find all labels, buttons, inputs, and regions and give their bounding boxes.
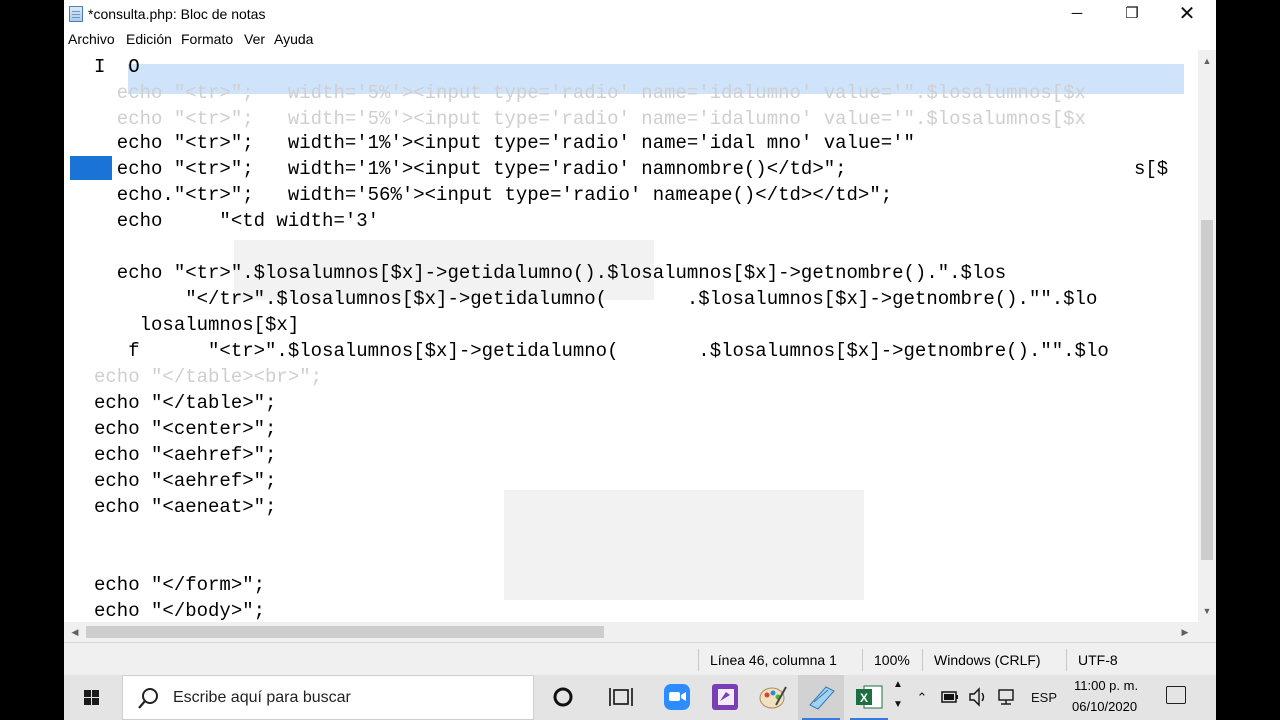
menu-ayuda[interactable]: Ayuda bbox=[274, 31, 313, 47]
vertical-scrollbar[interactable]: ▲ ▼ bbox=[1198, 50, 1216, 622]
notification-center-icon[interactable] bbox=[1166, 686, 1186, 704]
clock-time[interactable]: 11:00 p. m. bbox=[1074, 678, 1138, 693]
notepad-icon bbox=[69, 6, 83, 22]
excel-icon: X bbox=[856, 685, 883, 709]
search-placeholder: Escribe aquí para buscar bbox=[173, 689, 351, 706]
notepad-taskbar-icon bbox=[809, 686, 835, 710]
network-icon[interactable] bbox=[994, 675, 1018, 720]
code-line: echo "<tr>"; width='5%'><input type='rad… bbox=[94, 108, 1086, 130]
code-line: echo "<tr>".$losalumnos[$x]->getidalumno… bbox=[94, 262, 1007, 284]
zoom-app-icon bbox=[664, 684, 690, 710]
code-line: echo "<aeneat>"; bbox=[94, 496, 277, 518]
status-bar: Línea 46, columna 1 100% Windows (CRLF) … bbox=[64, 642, 1216, 675]
code-line: echo "<aehref>"; bbox=[94, 444, 277, 466]
scrollbar-corner bbox=[1198, 622, 1216, 642]
code-line: f "<tr>".$losalumnos[$x]->getidalumno( .… bbox=[94, 340, 1109, 362]
taskbar-app-notepad[interactable] bbox=[798, 675, 844, 720]
cortana-button[interactable] bbox=[540, 675, 586, 720]
code-line: echo."<tr>"; width='56%'><input type='ra… bbox=[94, 184, 893, 206]
status-divider bbox=[922, 649, 923, 671]
taskbar-search[interactable]: Escribe aquí para buscar bbox=[122, 675, 534, 720]
volume-icon[interactable] bbox=[966, 675, 990, 720]
scroll-up-icon[interactable]: ▲ bbox=[1198, 52, 1216, 70]
menu-edicion[interactable]: Edición bbox=[126, 31, 172, 47]
code-line: echo "<aehref>"; bbox=[94, 470, 277, 492]
clock-date[interactable]: 06/10/2020 bbox=[1072, 699, 1137, 714]
paint-icon bbox=[759, 686, 787, 709]
taskbar-app-excel[interactable]: X bbox=[846, 675, 892, 720]
notepad-window: *consulta.php: Bloc de notas ─ ❐ ✕ Archi… bbox=[64, 0, 1216, 675]
horizontal-scrollbar[interactable]: ◀ ▶ bbox=[64, 622, 1198, 642]
maximize-button[interactable]: ❐ bbox=[1109, 0, 1155, 28]
code-line: echo "</table><br>"; bbox=[94, 366, 323, 388]
taskbar-app-zoom[interactable] bbox=[654, 675, 700, 720]
encoding: UTF-8 bbox=[1078, 652, 1118, 668]
minimize-button[interactable]: ─ bbox=[1054, 0, 1100, 28]
taskbar-app-onenote[interactable] bbox=[702, 675, 748, 720]
code-line: echo "<center>"; bbox=[94, 418, 277, 440]
code-line: losalumnos[$x] bbox=[94, 314, 300, 336]
task-view-icon bbox=[609, 688, 633, 706]
scroll-down-icon[interactable]: ▼ bbox=[1198, 602, 1216, 620]
code-line: echo "</form>"; bbox=[94, 574, 266, 596]
cursor-position: Línea 46, columna 1 bbox=[710, 652, 837, 668]
status-divider bbox=[1066, 649, 1067, 671]
zoom-level: 100% bbox=[874, 652, 910, 668]
scroll-left-icon[interactable]: ◀ bbox=[66, 622, 84, 642]
title-bar[interactable]: *consulta.php: Bloc de notas ─ ❐ ✕ bbox=[64, 0, 1216, 28]
code-line: echo "</table>"; bbox=[94, 392, 277, 414]
code-line: echo "<td width='3' bbox=[94, 210, 380, 232]
scroll-right-icon[interactable]: ▶ bbox=[1176, 622, 1194, 642]
svg-text:X: X bbox=[860, 691, 868, 705]
vertical-scroll-thumb[interactable] bbox=[1201, 220, 1213, 560]
line-ending: Windows (CRLF) bbox=[934, 652, 1041, 668]
cortana-ring-icon bbox=[553, 687, 573, 707]
taskbar: Escribe aquí para buscar X ▲ ▼ ⌃ ESP 11:… bbox=[64, 675, 1216, 720]
close-button[interactable]: ✕ bbox=[1164, 0, 1210, 28]
taskbar-app-paint[interactable] bbox=[750, 675, 796, 720]
code-line: echo "<tr>"; width='1%'><input type='rad… bbox=[94, 132, 915, 154]
tray-scroll[interactable]: ▲ ▼ bbox=[890, 675, 906, 720]
code-line: echo "</body>"; bbox=[94, 600, 266, 622]
status-divider bbox=[698, 649, 699, 671]
code-line: I O bbox=[94, 56, 140, 78]
menu-formato[interactable]: Formato bbox=[181, 31, 233, 47]
menu-ver[interactable]: Ver bbox=[244, 31, 265, 47]
status-divider bbox=[862, 649, 863, 671]
menu-bar: Archivo Edición Formato Ver Ayuda bbox=[64, 28, 1216, 50]
language-indicator[interactable]: ESP bbox=[1028, 675, 1060, 720]
code-fragment: s[$ bbox=[1134, 158, 1169, 180]
battery-icon[interactable] bbox=[938, 675, 962, 720]
render-artifact bbox=[504, 490, 864, 600]
window-title: *consulta.php: Bloc de notas bbox=[88, 6, 266, 22]
menu-archivo[interactable]: Archivo bbox=[68, 31, 115, 47]
text-editor[interactable]: I O echo "<tr>"; width='5%'><input type=… bbox=[64, 50, 1198, 622]
code-line: "</tr>".$losalumnos[$x]->getidalumno( .$… bbox=[94, 288, 1098, 310]
task-view-button[interactable] bbox=[598, 675, 644, 720]
horizontal-scroll-thumb[interactable] bbox=[86, 626, 604, 638]
start-button[interactable] bbox=[64, 675, 120, 720]
search-icon bbox=[138, 688, 158, 709]
onenote-icon bbox=[712, 684, 738, 710]
chevron-up-icon[interactable]: ⌃ bbox=[914, 675, 930, 720]
code-line: echo "<tr>"; width='5%'><input type='rad… bbox=[94, 82, 1086, 104]
code-line: echo "<tr>"; width='1%'><input type='rad… bbox=[94, 158, 847, 180]
